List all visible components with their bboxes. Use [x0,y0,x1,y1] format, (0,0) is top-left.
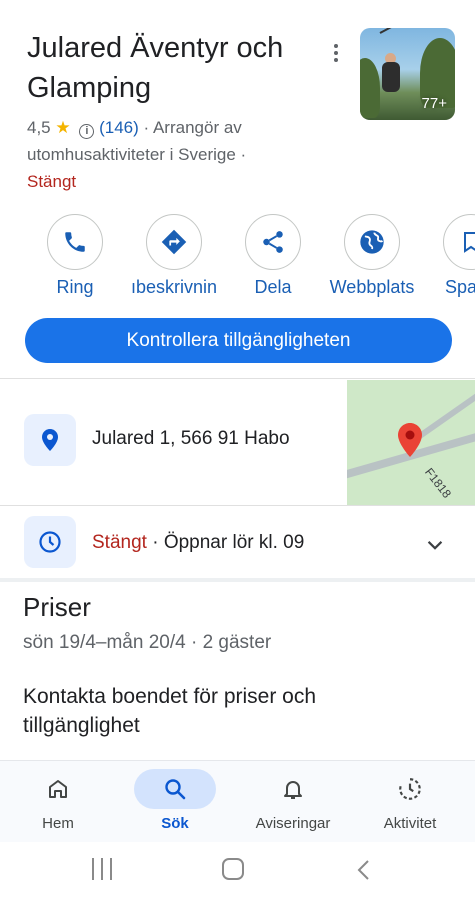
divider [0,378,475,379]
website-circle [344,214,400,270]
hours-row[interactable]: Stängt · Öppnar lör kl. 09 [0,508,475,578]
call-circle [47,214,103,270]
activity-icon [399,778,421,800]
map-road [416,380,475,440]
nav-home-label: Hem [42,815,74,832]
bell-icon [284,781,302,799]
map-road-label: F1818 [422,465,455,501]
share-circle [245,214,301,270]
location-pin-icon [42,429,58,451]
directions-button[interactable]: ıbeskrivnin [124,214,224,298]
open-status: Stängt [27,172,77,191]
website-label: Webbplats [329,277,415,297]
star-icon: ★ [55,118,71,137]
back-icon[interactable] [356,858,372,882]
place-title: Julared Äventyr och Glamping [27,32,284,104]
home-icon [49,780,67,798]
nav-activity-label: Aktivitet [383,815,437,832]
place-photo-thumbnail[interactable]: 77+ [360,28,455,120]
save-button[interactable]: Spa [421,214,475,298]
recents-icon[interactable] [92,858,112,880]
address-row[interactable]: Julared 1, 566 91 Habo F1818 [0,380,475,505]
nav-notifications-label: Aviseringar [255,815,331,832]
more-dot-icon [334,44,338,48]
more-dot-icon [334,58,338,62]
photo-person [382,62,400,92]
more-dot-icon [334,51,338,55]
directions-icon [161,229,187,255]
save-circle [443,214,475,270]
rating-line: 4,5 ★ i (146) · Arrangör av [27,116,357,140]
bottom-navigation: Hem Sök Aviseringar Aktivitet [0,760,475,842]
home-button-icon[interactable] [222,858,244,880]
nav-activity[interactable]: Aktivitet [355,769,465,832]
prices-contact-text: Kontakta boendet för priser och tillgäng… [23,685,317,737]
directions-circle [146,214,202,270]
call-label: Ring [56,277,94,297]
nav-home-pill [17,769,99,809]
share-icon [263,231,283,253]
clock-icon [39,531,61,553]
nav-notifications[interactable]: Aviseringar [238,769,348,832]
divider [0,505,475,506]
photo-rope [379,28,443,34]
section-divider [0,578,475,582]
hours-detail: · Öppnar lör kl. 09 [146,532,305,553]
nav-home[interactable]: Hem [3,769,113,832]
reviews-count[interactable]: (146) [99,118,139,137]
photo-tree [360,58,380,118]
action-buttons-row: Ring ıbeskrivnin Dela Webbplats Spa [0,214,475,304]
search-icon [165,779,186,800]
more-options-button[interactable] [325,40,347,66]
bookmark-icon [464,232,475,253]
info-icon[interactable]: i [79,124,95,139]
photo-count: 77+ [421,95,447,112]
rating-value: 4,5 [27,118,51,137]
nav-notifications-pill [252,769,334,809]
map-pin-icon [398,423,422,457]
system-navigation-bar [0,842,475,900]
hours-icon-container [24,516,76,568]
address-text: Julared 1, 566 91 Habo [92,428,290,449]
category-part1: · Arrangör av [143,118,242,137]
website-button[interactable]: Webbplats [322,214,422,298]
address-icon-container [24,414,76,466]
nav-search-pill [134,769,216,809]
directions-label: ıbeskrivnin [130,277,218,297]
hours-status: Stängt [92,532,147,553]
call-button[interactable]: Ring [25,214,125,298]
map-preview[interactable]: F1818 [347,380,475,505]
prices-dates[interactable]: sön 19/4–mån 20/4 · 2 gäster [23,632,271,654]
hours-text: Stängt · Öppnar lör kl. 09 [92,532,304,554]
nav-search[interactable]: Sök [120,769,230,832]
phone-icon [65,232,85,252]
globe-icon [360,230,384,254]
category-line: utomhusaktiviteter i Sverige · [27,145,247,164]
nav-activity-pill [369,769,451,809]
share-button[interactable]: Dela [223,214,323,298]
nav-search-label: Sök [161,815,189,832]
save-label: Spa [445,277,475,297]
check-availability-button[interactable]: Kontrollera tillgängligheten [25,318,452,363]
prices-title: Priser [23,592,91,622]
chevron-down-icon[interactable] [424,534,446,556]
share-label: Dela [254,277,292,297]
